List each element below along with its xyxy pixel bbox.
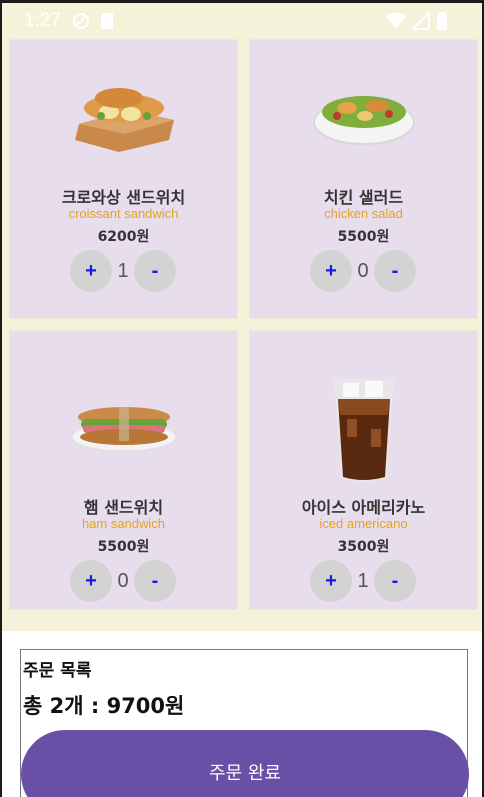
croissant-sandwich-image: [74, 88, 174, 152]
sd-card-icon: [101, 13, 113, 29]
status-left-icons: [72, 12, 114, 30]
quantity-value: 1: [117, 260, 129, 282]
quantity-value: 1: [357, 570, 369, 592]
item-price: 5500원: [337, 229, 390, 245]
increase-button[interactable]: +: [310, 560, 352, 602]
complete-order-button[interactable]: 주문 완료: [21, 730, 469, 797]
order-total: 총 2개 : 9700원: [23, 694, 185, 718]
quantity-value: 0: [357, 260, 369, 282]
item-price: 3500원: [337, 539, 390, 555]
item-english-name: croissant sandwich: [68, 206, 179, 221]
increase-button[interactable]: +: [70, 560, 112, 602]
status-time: 1:27: [24, 10, 61, 31]
do-not-disturb-icon: [73, 13, 89, 29]
item-name: 햄 샌드위치: [83, 498, 164, 517]
menu-card-chicken-salad: 치킨 샐러드 chicken salad 5500원 + 0 -: [249, 39, 478, 319]
ham-sandwich-image: [71, 407, 176, 452]
decrease-button[interactable]: -: [374, 250, 416, 292]
wifi-icon: [386, 12, 406, 29]
item-english-name: chicken salad: [324, 206, 403, 221]
order-title: 주문 목록: [23, 661, 92, 681]
menu-card-ham-sandwich: 햄 샌드위치 ham sandwich 5500원 + 0 -: [9, 330, 238, 610]
item-price: 6200원: [97, 229, 150, 245]
status-bar: 1:27: [2, 3, 482, 39]
quantity-stepper: + 0 -: [70, 560, 178, 604]
decrease-button[interactable]: -: [374, 560, 416, 602]
complete-order-label: 주문 완료: [209, 763, 281, 784]
item-english-name: ham sandwich: [81, 516, 166, 531]
quantity-value: 0: [117, 570, 129, 592]
quantity-stepper: + 1 -: [310, 560, 418, 604]
increase-button[interactable]: +: [310, 250, 352, 292]
app-screen: 1:27 크로와상 샌드위치 croissant sandwich 6200원 …: [0, 0, 484, 797]
item-english-name: iced americano: [319, 516, 408, 531]
decrease-button[interactable]: -: [134, 560, 176, 602]
signal-icon: [412, 12, 430, 30]
status-right-icons: [386, 12, 448, 30]
quantity-stepper: + 0 -: [310, 250, 418, 294]
iced-americano-image: [333, 379, 394, 482]
order-summary: 주문 목록 총 2개 : 9700원 주문 완료: [20, 649, 469, 797]
menu-card-iced-americano: 아이스 아메리카노 iced americano 3500원 + 1 -: [249, 330, 478, 610]
item-name: 치킨 샐러드: [323, 188, 404, 207]
quantity-stepper: + 1 -: [70, 250, 178, 294]
menu-grid: 크로와상 샌드위치 croissant sandwich 6200원 + 1 -…: [2, 39, 482, 631]
item-price: 5500원: [97, 539, 150, 555]
chicken-salad-image: [312, 96, 415, 145]
decrease-button[interactable]: -: [134, 250, 176, 292]
item-name: 크로와상 샌드위치: [61, 188, 186, 207]
item-name: 아이스 아메리카노: [301, 498, 426, 517]
menu-card-croissant-sandwich: 크로와상 샌드위치 croissant sandwich 6200원 + 1 -: [9, 39, 238, 319]
battery-icon: [437, 12, 447, 30]
increase-button[interactable]: +: [70, 250, 112, 292]
